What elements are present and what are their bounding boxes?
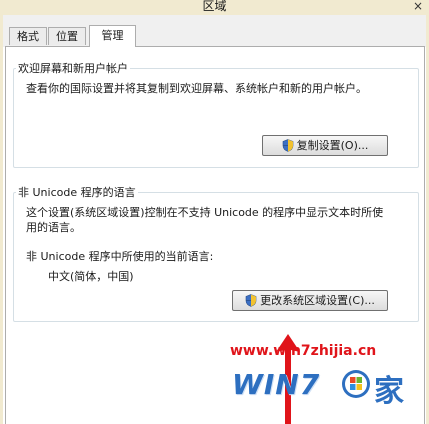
welcome-description: 查看你的国际设置并将其复制到欢迎屏幕、系统帐户和新的用户帐户。 <box>26 82 367 95</box>
watermark-logo-suffix: 家 <box>374 374 404 409</box>
unicode-description-line1: 这个设置(系统区域设置)控制在不支持 Unicode 的程序中显示文本时所使 <box>26 206 384 219</box>
title-bar: 区域 × <box>0 0 429 16</box>
current-language-value: 中文(简体，中国) <box>48 270 134 283</box>
change-system-locale-button[interactable]: 更改系统区域设置(C)... <box>232 290 388 311</box>
close-icon[interactable]: × <box>413 0 423 13</box>
copy-settings-label: 复制设置(O)... <box>296 139 369 152</box>
copy-settings-button[interactable]: 复制设置(O)... <box>262 135 388 156</box>
tab-administrative[interactable]: 管理 <box>89 25 136 47</box>
uac-shield-icon <box>282 139 293 152</box>
window-title: 区域 <box>202 0 227 13</box>
current-language-label: 非 Unicode 程序中所使用的当前语言: <box>26 250 214 263</box>
uac-shield-icon <box>245 294 257 307</box>
tab-format[interactable]: 格式 <box>9 27 47 45</box>
tab-location[interactable]: 位置 <box>48 27 86 45</box>
window-frame-left <box>0 15 3 424</box>
windows-orb-icon <box>342 370 370 398</box>
watermark-logo-text: WIN7 <box>232 368 321 401</box>
change-system-locale-label: 更改系统区域设置(C)... <box>260 294 375 307</box>
watermark-url: www.win7zhijia.cn <box>230 343 377 359</box>
welcome-group-title: 欢迎屏幕和新用户帐户 <box>16 62 130 75</box>
unicode-description-line2: 用的语言。 <box>26 221 81 234</box>
unicode-group-title: 非 Unicode 程序的语言 <box>16 186 138 199</box>
watermark-logo: WIN7 家 <box>232 364 407 414</box>
